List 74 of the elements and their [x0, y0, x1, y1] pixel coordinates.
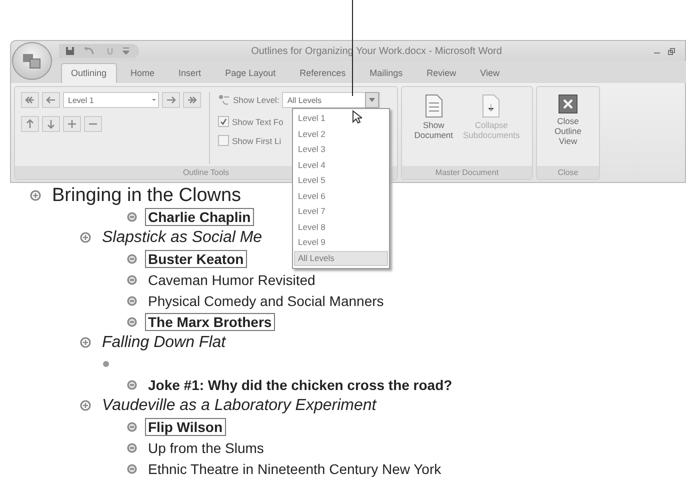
demote-icon[interactable]	[162, 92, 180, 108]
document-icon	[481, 94, 502, 118]
ribbon-tab[interactable]: References	[290, 63, 356, 83]
empty-paragraph-dot-icon	[103, 360, 109, 366]
show-level-icon	[218, 94, 230, 106]
close-outline-view-button[interactable]: Close Outline View	[543, 92, 593, 164]
minus-circle-icon[interactable]	[127, 380, 137, 390]
plus-circle-icon[interactable]	[80, 232, 91, 243]
body-text: Charlie Chaplin	[145, 208, 254, 226]
minus-circle-icon[interactable]	[127, 254, 137, 264]
ribbon-tab[interactable]: Insert	[168, 63, 212, 83]
minus-circle-icon[interactable]	[127, 296, 137, 306]
body-text: Flip Wilson	[145, 418, 226, 436]
ribbon-tab[interactable]: Outlining	[61, 63, 117, 83]
outline-heading: Bringing in the Clowns	[51, 184, 242, 208]
minus-circle-icon[interactable]	[127, 442, 137, 452]
menu-item[interactable]: Level 3	[294, 142, 388, 158]
document-icon	[424, 94, 444, 118]
promote-to-heading-icon[interactable]	[21, 92, 39, 108]
plus-circle-icon[interactable]	[30, 190, 41, 201]
ribbon-tab[interactable]: Home	[120, 63, 165, 83]
body-text: Buster Keaton	[145, 250, 247, 268]
minus-circle-icon[interactable]	[127, 422, 137, 432]
outline-level-dropdown[interactable]: Level 1	[63, 92, 159, 108]
dropdown-arrow-button[interactable]	[365, 92, 380, 108]
checkbox[interactable]	[218, 135, 229, 146]
minus-circle-icon[interactable]	[127, 316, 137, 326]
ribbon-tab[interactable]: Mailings	[360, 63, 413, 83]
ribbon-button[interactable]: Show Document	[412, 92, 456, 164]
menu-item[interactable]: Level 8	[294, 220, 388, 235]
window-title: Outlines for Organizing Your Work.docx - Microsoft Word	[250, 46, 503, 56]
save-icon[interactable]	[65, 46, 75, 56]
checkbox-label: Show Text Fo	[232, 116, 284, 126]
plus-circle-icon[interactable]	[80, 337, 91, 348]
restore-icon[interactable]	[668, 48, 675, 54]
show-level-label: Show Level:	[233, 95, 280, 105]
body-text: Up from the Slums	[147, 438, 265, 456]
menu-item[interactable]: Level 7	[294, 204, 388, 220]
outline-heading: Vaudeville as a Laboratory Experiment	[101, 396, 378, 416]
minus-circle-icon[interactable]	[127, 274, 137, 284]
checkbox[interactable]	[218, 116, 229, 127]
move-down-icon[interactable]	[42, 116, 60, 132]
outline-heading: Slapstick as Social Me	[101, 228, 264, 248]
menu-item[interactable]: All Levels	[294, 250, 388, 266]
menu-item[interactable]: Level 9	[294, 235, 388, 250]
close-icon	[558, 94, 578, 114]
body-text: Joke #1: Why did the chicken cross the road?	[147, 376, 454, 394]
ribbon-tab[interactable]: View	[470, 63, 510, 83]
ribbon-tab[interactable]: Page Layout	[215, 63, 286, 83]
outline-heading: Falling Down Flat	[101, 332, 228, 352]
office-logo-icon	[21, 51, 43, 71]
caret-icon	[150, 97, 158, 103]
promote-icon[interactable]	[42, 92, 60, 108]
show-level-dropdown[interactable]: All Levels	[282, 92, 380, 108]
plus-circle-icon[interactable]	[80, 400, 91, 411]
body-text: Physical Comedy and Social Manners	[147, 292, 385, 310]
collapse-icon[interactable]	[84, 116, 102, 132]
move-up-icon[interactable]	[21, 116, 39, 132]
checkbox-label: Show First Li	[232, 136, 282, 146]
body-text: Caveman Humor Revisited	[147, 270, 316, 288]
menu-item[interactable]: Level 1	[294, 111, 388, 126]
caret-icon	[369, 98, 376, 102]
minus-circle-icon[interactable]	[127, 464, 137, 474]
customize-toolbar-icon[interactable]	[123, 47, 129, 55]
menu-item[interactable]: Level 6	[294, 188, 388, 204]
minus-circle-icon[interactable]	[127, 212, 137, 222]
body-text: The Marx Brothers	[145, 312, 275, 330]
menu-item[interactable]: Level 2	[294, 126, 388, 142]
expand-icon[interactable]	[63, 116, 81, 132]
group-label: Master Document	[402, 166, 532, 179]
demote-to-body-icon[interactable]	[183, 92, 201, 108]
body-text: Ethnic Theatre in Nineteenth Century New York	[147, 460, 442, 478]
group-label: Close	[537, 166, 599, 179]
ribbon-tab[interactable]: Review	[416, 63, 466, 83]
